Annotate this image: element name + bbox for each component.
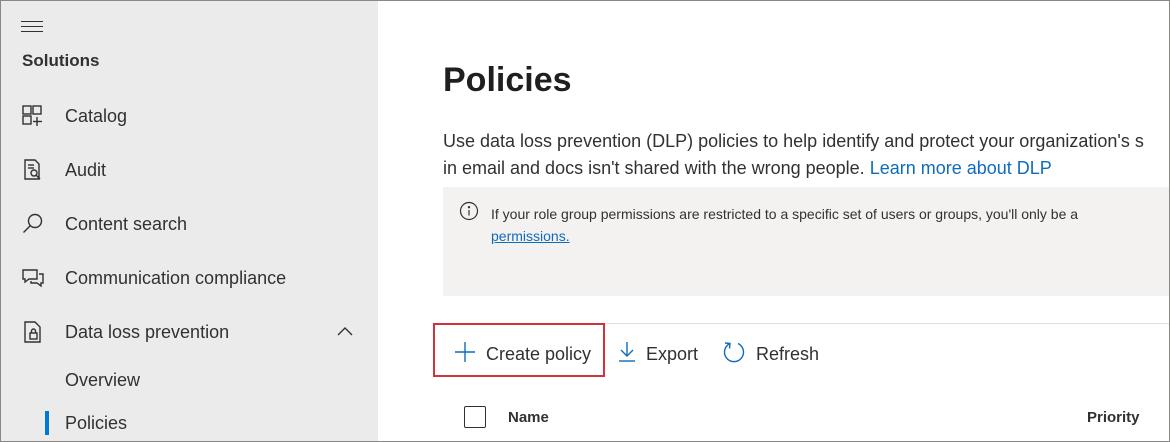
info-line: If your role group permissions are restr… [491, 206, 1079, 222]
page-description: Use data loss prevention (DLP) policies … [443, 128, 1144, 182]
create-policy-label: Create policy [486, 343, 592, 364]
sidebar-item-label: Audit [65, 159, 107, 180]
hamburger-menu-icon[interactable] [21, 21, 43, 37]
export-button[interactable]: Export [618, 334, 698, 374]
sidebar-item-catalog[interactable]: Catalog [1, 96, 378, 136]
sidebar-item-content-search[interactable]: Content search [1, 204, 378, 244]
refresh-icon [722, 340, 746, 369]
search-icon [21, 212, 45, 236]
sidebar-subitem-label: Overview [65, 369, 141, 390]
catalog-icon [21, 104, 45, 128]
info-message-bar: If your role group permissions are restr… [443, 187, 1169, 296]
page-title: Policies [443, 61, 572, 99]
communication-icon [21, 266, 45, 290]
learn-more-link[interactable]: Learn more about DLP [870, 158, 1052, 178]
sidebar-item-label: Content search [65, 213, 188, 234]
sidebar-item-audit[interactable]: Audit [1, 150, 378, 190]
plus-icon [454, 341, 476, 368]
main-content: Policies Use data loss prevention (DLP) … [378, 1, 1169, 441]
download-icon [618, 341, 636, 368]
info-icon [459, 201, 479, 221]
audit-icon [21, 158, 45, 182]
description-line: Use data loss prevention (DLP) policies … [443, 131, 1144, 151]
chevron-up-icon[interactable] [335, 322, 355, 342]
refresh-button[interactable]: Refresh [722, 334, 819, 374]
sidebar: Solutions Catalog Audit Content search C… [1, 1, 378, 441]
sidebar-section-title: Solutions [22, 51, 100, 70]
sidebar-item-label: Catalog [65, 105, 128, 126]
app-window: Solutions Catalog Audit Content search C… [0, 0, 1170, 442]
info-message-text: If your role group permissions are restr… [491, 203, 1078, 247]
select-all-checkbox[interactable] [464, 406, 486, 428]
export-label: Export [646, 343, 699, 364]
description-text: in email and docs isn't shared with the … [443, 158, 870, 178]
refresh-label: Refresh [756, 343, 820, 364]
sidebar-item-label: Data loss prevention [65, 321, 230, 342]
create-policy-button[interactable]: Create policy [454, 334, 591, 374]
column-header-priority[interactable]: Priority [1087, 409, 1140, 426]
sidebar-item-communication-compliance[interactable]: Communication compliance [1, 258, 378, 298]
sidebar-subitem-overview[interactable]: Overview [1, 363, 378, 397]
sidebar-subitem-policies[interactable]: Policies [1, 406, 378, 440]
sidebar-subitem-label: Policies [65, 412, 128, 433]
sidebar-item-label: Communication compliance [65, 267, 287, 288]
dlp-icon [21, 320, 45, 344]
sidebar-item-data-loss-prevention[interactable]: Data loss prevention [1, 312, 378, 352]
column-header-name[interactable]: Name [508, 409, 549, 426]
permissions-link[interactable]: permissions. [491, 228, 570, 244]
description-line-2: in email and docs isn't shared with the … [443, 155, 1144, 182]
